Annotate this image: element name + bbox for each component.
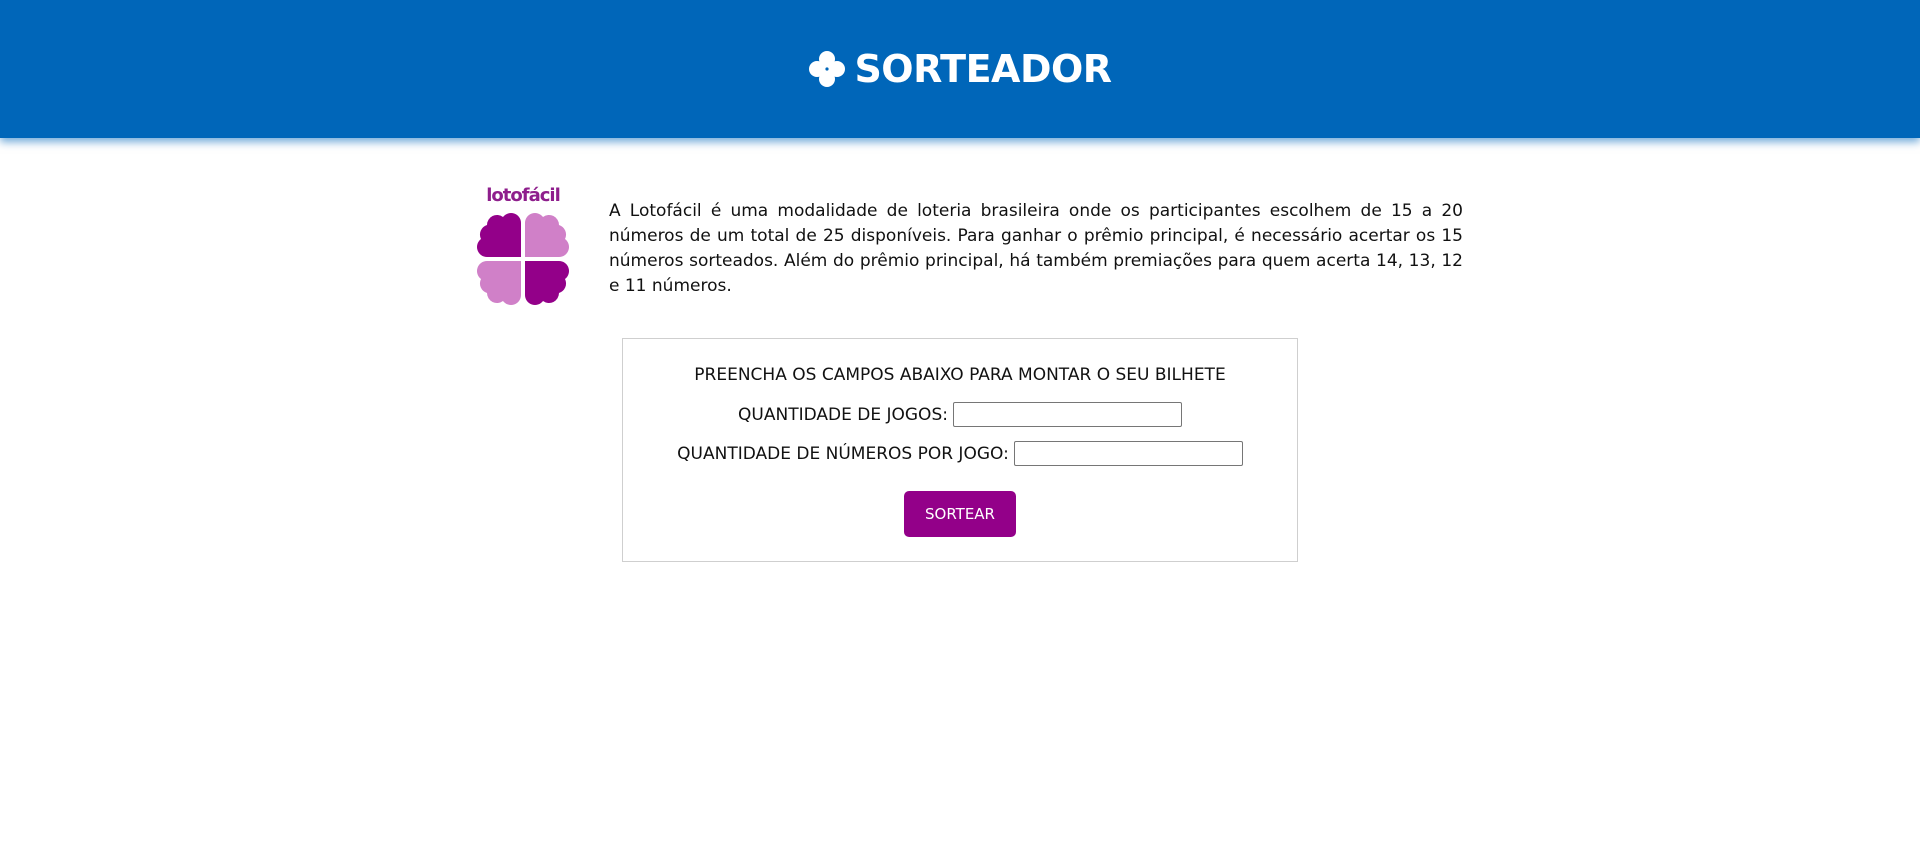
games-quantity-input[interactable] [952,402,1182,427]
lotofacil-logo: lotofácil [473,185,573,311]
page-header: SORTEADOR [0,0,1920,138]
form-heading: PREENCHA OS CAMPOS ABAIXO PARA MONTAR O … [694,365,1226,385]
games-label: QUANTIDADE DE JOGOS: [738,404,948,425]
numbers-row: QUANTIDADE DE NÚMEROS POR JOGO: [623,441,1297,466]
button-wrap: SORTEAR [623,491,1297,537]
intro-section: lotofácil A Lotofácil é uma modalidade d… [473,185,1463,315]
numbers-per-game-input[interactable] [1013,441,1243,466]
clover-icon [808,50,846,88]
numbers-label: QUANTIDADE DE NÚMEROS POR JOGO: [677,443,1009,464]
logo-wordmark: lotofácil [486,185,561,206]
games-row: QUANTIDADE DE JOGOS: [623,402,1297,427]
page-title: SORTEADOR [854,47,1112,91]
clover-logo-icon [477,213,569,305]
sortear-button[interactable]: SORTEAR [904,491,1016,537]
ticket-form: PREENCHA OS CAMPOS ABAIXO PARA MONTAR O … [622,338,1298,562]
brand: SORTEADOR [808,47,1112,91]
intro-description: A Lotofácil é uma modalidade de loteria … [609,201,1463,296]
